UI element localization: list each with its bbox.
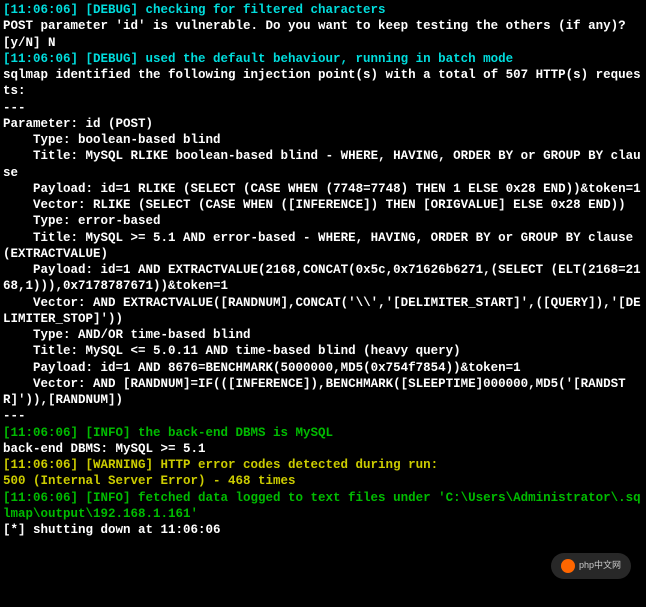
watermark-badge: php中文网: [551, 553, 631, 579]
vector-line: Vector: AND [RANDNUM]=IF(([INFERENCE]),B…: [3, 376, 643, 409]
shutdown-line: [*] shutting down at 11:06:06: [3, 522, 643, 538]
separator: ---: [3, 408, 643, 424]
vector-line: Vector: AND EXTRACTVALUE([RANDNUM],CONCA…: [3, 295, 643, 328]
title-line: Title: MySQL >= 5.1 AND error-based - WH…: [3, 230, 643, 263]
watermark-icon: [561, 559, 575, 573]
type-line: Type: boolean-based blind: [3, 132, 643, 148]
payload-line: Payload: id=1 AND 8676=BENCHMARK(5000000…: [3, 360, 643, 376]
title-line: Title: MySQL <= 5.0.11 AND time-based bl…: [3, 343, 643, 359]
payload-line: Payload: id=1 AND EXTRACTVALUE(2168,CONC…: [3, 262, 643, 295]
type-line: Type: error-based: [3, 213, 643, 229]
info-line: sqlmap identified the following injectio…: [3, 67, 643, 100]
title-line: Title: MySQL RLIKE boolean-based blind -…: [3, 148, 643, 181]
prompt-line: POST parameter 'id' is vulnerable. Do yo…: [3, 18, 643, 51]
warning-line: [11:06:06] [WARNING] HTTP error codes de…: [3, 457, 643, 473]
watermark-text: php中文网: [579, 560, 621, 572]
info-line: [11:06:06] [INFO] fetched data logged to…: [3, 490, 643, 523]
terminal-output: [11:06:06] [DEBUG] checking for filtered…: [3, 2, 643, 538]
warning-line: 500 (Internal Server Error) - 468 times: [3, 473, 643, 489]
vector-line: Vector: RLIKE (SELECT (CASE WHEN ([INFER…: [3, 197, 643, 213]
debug-line: [11:06:06] [DEBUG] checking for filtered…: [3, 2, 643, 18]
separator: ---: [3, 100, 643, 116]
dbms-line: back-end DBMS: MySQL >= 5.1: [3, 441, 643, 457]
payload-line: Payload: id=1 RLIKE (SELECT (CASE WHEN (…: [3, 181, 643, 197]
debug-line: [11:06:06] [DEBUG] used the default beha…: [3, 51, 643, 67]
info-line: [11:06:06] [INFO] the back-end DBMS is M…: [3, 425, 643, 441]
param-line: Parameter: id (POST): [3, 116, 643, 132]
type-line: Type: AND/OR time-based blind: [3, 327, 643, 343]
